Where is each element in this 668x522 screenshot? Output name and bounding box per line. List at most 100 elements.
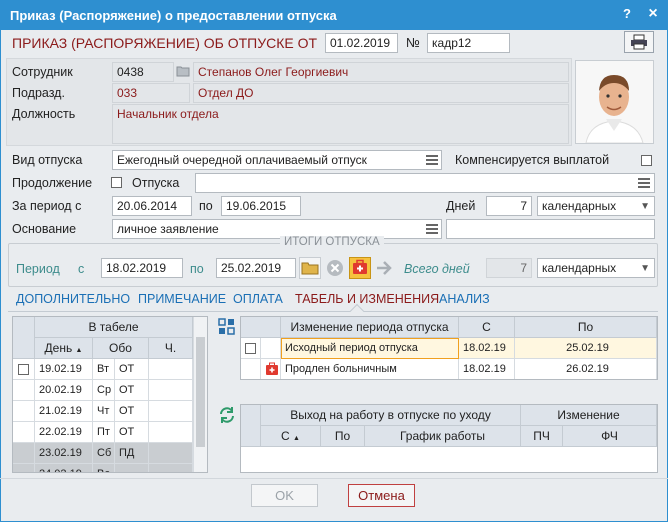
- row-marker: [13, 359, 35, 380]
- totals-period-label: Период: [16, 262, 60, 276]
- hours-cell: [149, 464, 193, 472]
- timesheet-group-header: В табеле: [35, 317, 193, 338]
- total-days-field[interactable]: 7: [486, 258, 532, 278]
- row-icon: [261, 359, 281, 379]
- totals-from-label: с: [78, 262, 85, 276]
- column-header-return-to[interactable]: По: [321, 426, 365, 447]
- leave-type-menu-icon[interactable]: [424, 153, 440, 167]
- table-row[interactable]: 21.02.19 Чт ОТ: [13, 401, 193, 422]
- column-header-return-from[interactable]: С ▲: [261, 426, 321, 447]
- column-header-code[interactable]: Обо: [93, 338, 149, 359]
- total-days-unit-select[interactable]: календарных ▼: [537, 258, 655, 278]
- change-group-header: Изменение: [521, 405, 657, 426]
- row-icon: [261, 338, 281, 359]
- cancel-button[interactable]: Отмена: [348, 484, 415, 507]
- day-cell: 19.02.19: [35, 359, 93, 380]
- department-code-field[interactable]: 033: [112, 83, 190, 103]
- table-row[interactable]: Продлен больничным 18.02.19 26.02.19: [241, 359, 657, 379]
- continuation-of-label: Отпуска: [132, 176, 180, 190]
- grid-settings-icon[interactable]: [218, 318, 236, 336]
- totals-from-field[interactable]: 18.02.2019: [101, 258, 183, 278]
- days-field[interactable]: 7: [486, 196, 532, 216]
- timesheet-grid[interactable]: В табеле День ▲ Обо Ч. 19.02.19 Вт ОТ 20.02…: [12, 316, 208, 473]
- tab-timesheet-changes[interactable]: ТАБЕЛЬ И ИЗМЕНЕНИЯ: [295, 292, 439, 306]
- basis-value: личное заявление: [117, 222, 219, 236]
- timesheet-scrollbar[interactable]: [193, 317, 207, 472]
- window-title: Приказ (Распоряжение) о предоставлении о…: [10, 8, 337, 23]
- sick-leave-icon[interactable]: [349, 257, 371, 279]
- sort-asc-icon: ▲: [293, 435, 300, 442]
- row-marker: [13, 464, 35, 472]
- day-cell: 23.02.19: [35, 443, 93, 464]
- tab-analysis[interactable]: АНАЛИЗ: [439, 292, 490, 306]
- department-name-field[interactable]: Отдел ДО: [193, 83, 569, 103]
- column-header-pch[interactable]: ПЧ: [521, 426, 563, 447]
- code-cell: [115, 464, 149, 472]
- return-grid[interactable]: Выход на работу в отпуске по уходу Измен…: [240, 404, 658, 473]
- code-cell: ПД: [115, 443, 149, 464]
- position-field[interactable]: Начальник отдела: [112, 104, 569, 144]
- change-from-cell: 18.02.19: [459, 359, 515, 379]
- number-label: №: [406, 35, 420, 50]
- tab-payment[interactable]: ОПЛАТА: [233, 292, 283, 306]
- table-row[interactable]: 24.02.19Вс: [13, 464, 193, 472]
- ok-button[interactable]: OK: [251, 484, 318, 507]
- totals-to-field[interactable]: 25.02.2019: [216, 258, 296, 278]
- changes-grid[interactable]: Изменение периода отпуска С По Исходный …: [240, 316, 658, 380]
- column-header-change[interactable]: Изменение периода отпуска: [281, 317, 459, 338]
- tab-note[interactable]: ПРИМЕЧАНИЕ: [138, 292, 226, 306]
- continuation-menu-icon[interactable]: [636, 176, 652, 190]
- arrow-right-icon[interactable]: [374, 257, 396, 279]
- day-cell: 20.02.19: [35, 380, 93, 401]
- hours-cell: [149, 443, 193, 464]
- basis-menu-icon[interactable]: [424, 222, 440, 236]
- weekday-cell: Сб: [93, 443, 115, 464]
- column-header-day[interactable]: День ▲: [35, 338, 93, 359]
- column-header-to[interactable]: По: [515, 317, 657, 338]
- basis-extra-field[interactable]: [446, 219, 655, 239]
- table-row[interactable]: 23.02.19 Сб ПД: [13, 443, 193, 464]
- employee-code-field[interactable]: 0438: [112, 62, 174, 82]
- days-label: Дней: [446, 199, 476, 213]
- row-checkbox[interactable]: [245, 343, 256, 354]
- code-cell: ОТ: [115, 359, 149, 380]
- title-bar: Приказ (Распоряжение) о предоставлении о…: [0, 0, 668, 30]
- clear-icon[interactable]: [324, 257, 346, 279]
- row-checkbox[interactable]: [18, 364, 29, 375]
- column-header-fch[interactable]: ФЧ: [563, 426, 657, 447]
- order-date-field[interactable]: 01.02.2019: [325, 33, 398, 53]
- refresh-icon[interactable]: [218, 406, 236, 424]
- folder-icon[interactable]: [176, 65, 190, 77]
- continuation-checkbox[interactable]: [111, 177, 122, 188]
- leave-type-field[interactable]: Ежегодный очередной оплачиваемый отпуск: [112, 150, 442, 170]
- period-to-field[interactable]: 19.06.2015: [221, 196, 301, 216]
- column-header-hours[interactable]: Ч.: [149, 338, 193, 359]
- print-button[interactable]: [624, 31, 654, 53]
- table-row[interactable]: 22.02.19 Пт ОТ: [13, 422, 193, 443]
- days-unit-select[interactable]: календарных ▼: [537, 196, 655, 216]
- compensated-label: Компенсируется выплатой: [455, 153, 610, 167]
- period-from-field[interactable]: 20.06.2014: [112, 196, 192, 216]
- compensated-checkbox[interactable]: [641, 155, 652, 166]
- continuation-field[interactable]: [195, 173, 655, 193]
- table-row[interactable]: Исходный период отпуска 18.02.19 25.02.19: [241, 338, 657, 359]
- weekday-cell: Чт: [93, 401, 115, 422]
- table-row[interactable]: 20.02.19 Ср ОТ: [13, 380, 193, 401]
- help-button[interactable]: ?: [618, 5, 636, 23]
- table-row[interactable]: 19.02.19 Вт ОТ: [13, 359, 193, 380]
- basis-field[interactable]: личное заявление: [112, 219, 442, 239]
- tab-additional[interactable]: ДОПОЛНИТЕЛЬНО: [16, 292, 130, 306]
- folder-open-icon[interactable]: [299, 257, 321, 279]
- order-number-field[interactable]: кадр12: [427, 33, 510, 53]
- day-cell: 22.02.19: [35, 422, 93, 443]
- column-header-schedule[interactable]: График работы: [365, 426, 521, 447]
- total-days-unit-value: календарных: [542, 261, 617, 275]
- department-label: Подразд.: [12, 86, 65, 100]
- column-header-from[interactable]: С: [459, 317, 515, 338]
- code-cell: ОТ: [115, 422, 149, 443]
- employee-name-field[interactable]: Степанов Олег Георгиевич: [193, 62, 569, 82]
- hours-cell: [149, 422, 193, 443]
- basis-label: Основание: [12, 222, 77, 236]
- change-name-cell: Исходный период отпуска: [281, 338, 459, 359]
- close-button[interactable]: ×: [644, 5, 662, 23]
